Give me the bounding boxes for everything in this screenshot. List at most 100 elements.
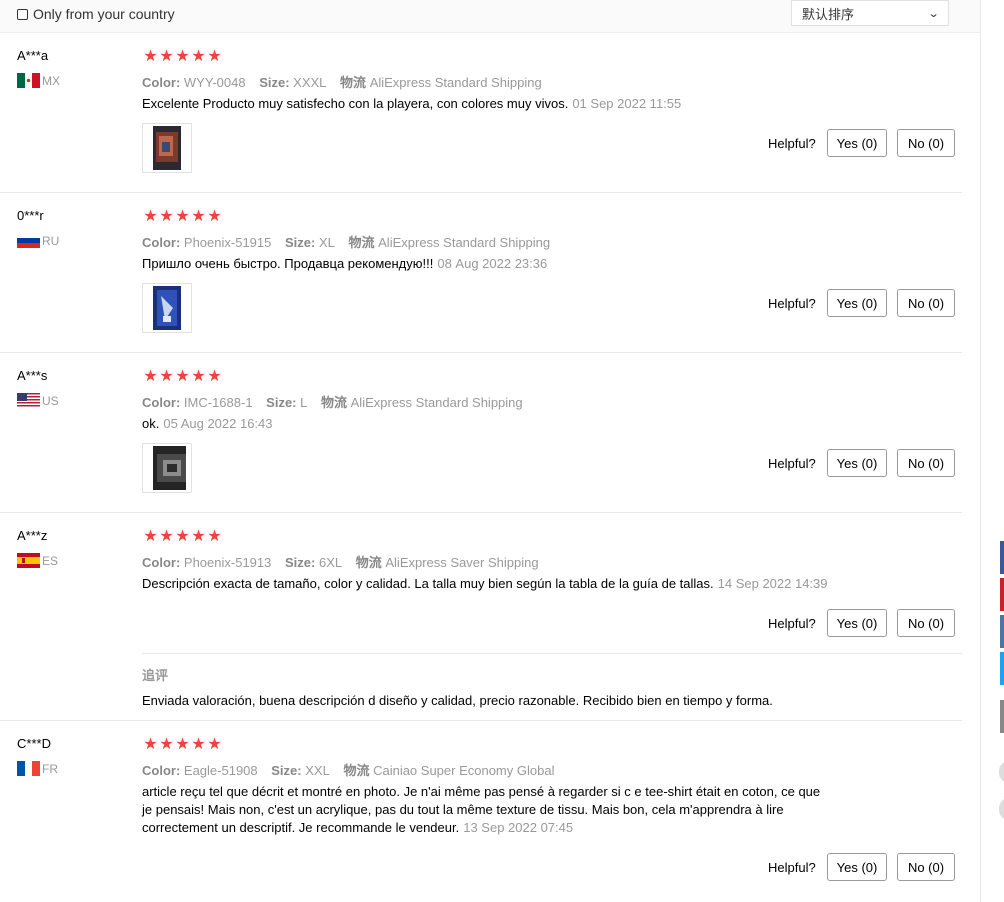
- reviewer-name: C***D: [17, 736, 51, 751]
- france-flag-icon: [17, 761, 40, 776]
- reviewer-country: ES: [17, 553, 58, 568]
- chevron-down-icon: ⌄: [927, 7, 940, 20]
- star-icon: ★: [159, 736, 174, 753]
- helpful-label: Helpful?: [768, 456, 816, 471]
- review-content: ok.: [142, 416, 160, 431]
- star-icon: ★: [207, 48, 222, 65]
- star-icon: ★: [143, 736, 158, 753]
- reviewer-country: US: [17, 393, 59, 408]
- rating-stars: ★ ★ ★ ★ ★: [143, 209, 223, 225]
- append-divider: [142, 653, 962, 654]
- star-icon: ★: [159, 208, 174, 225]
- facebook-share-tab[interactable]: [1000, 541, 1004, 574]
- size-value: XXL: [305, 763, 330, 778]
- helpful-no-button[interactable]: No (0): [897, 609, 955, 637]
- star-icon: ★: [175, 368, 190, 385]
- review-date: 01 Sep 2022 11:55: [572, 96, 682, 111]
- shipping-label: 物流: [348, 235, 375, 250]
- shipping-label: 物流: [340, 75, 367, 90]
- only-country-filter[interactable]: Only from your country: [17, 6, 175, 22]
- size-value: XXXL: [293, 75, 327, 90]
- star-icon: ★: [191, 368, 206, 385]
- review-date: 13 Sep 2022 07:45: [463, 820, 574, 835]
- append-review-label: 追评: [142, 668, 169, 683]
- star-icon: ★: [159, 48, 174, 65]
- star-icon: ★: [175, 528, 190, 545]
- review-photo[interactable]: [142, 123, 192, 173]
- color-value: Eagle-51908: [183, 763, 258, 778]
- helpful-no-button[interactable]: No (0): [897, 289, 955, 317]
- color-value: Phoenix-51915: [183, 235, 272, 250]
- color-label: Color:: [142, 75, 181, 90]
- helpful-no-button[interactable]: No (0): [897, 449, 955, 477]
- rating-stars: ★ ★ ★ ★ ★: [143, 529, 223, 545]
- star-icon: ★: [143, 208, 158, 225]
- review-text: Descripción exacta de tamaño, color y ca…: [142, 575, 828, 593]
- review-photo[interactable]: [142, 283, 192, 333]
- shipping-value: AliExpress Standard Shipping: [378, 235, 551, 250]
- reviewer-name: 0***r: [17, 208, 44, 223]
- helpful-no-button[interactable]: No (0): [897, 853, 955, 881]
- review-text-line: je pensais! Mais non, c'est un acrylique…: [142, 802, 784, 817]
- star-icon: ★: [143, 528, 158, 545]
- review-date: 14 Sep 2022 14:39: [717, 576, 828, 591]
- star-icon: ★: [191, 208, 206, 225]
- scroll-down-button[interactable]: [999, 798, 1004, 820]
- star-icon: ★: [191, 48, 206, 65]
- russia-flag-icon: [17, 233, 40, 248]
- size-value: L: [300, 395, 308, 410]
- spain-flag-icon: [17, 553, 40, 568]
- star-icon: ★: [143, 48, 158, 65]
- shipping-value: AliExpress Saver Shipping: [385, 555, 539, 570]
- sku-info: Color: Phoenix-51915 Size: XL 物流 AliExpr…: [142, 232, 550, 251]
- review-photo[interactable]: [142, 443, 192, 493]
- helpful-yes-button[interactable]: Yes (0): [827, 129, 887, 157]
- helpful-yes-button[interactable]: Yes (0): [827, 289, 887, 317]
- shipping-value: AliExpress Standard Shipping: [350, 395, 523, 410]
- reviewer-country: FR: [17, 761, 58, 776]
- helpful-no-button[interactable]: No (0): [897, 129, 955, 157]
- size-value: 6XL: [318, 555, 343, 570]
- reviewer-country: MX: [17, 73, 60, 88]
- size-label: Size:: [285, 235, 316, 250]
- helpful-yes-button[interactable]: Yes (0): [827, 609, 887, 637]
- shipping-label: 物流: [321, 395, 348, 410]
- more-share-tab[interactable]: [1000, 700, 1004, 733]
- rating-stars: ★ ★ ★ ★ ★: [143, 49, 223, 65]
- only-country-label: Only from your country: [33, 6, 175, 22]
- vk-share-tab[interactable]: [1000, 615, 1004, 648]
- color-value: Phoenix-51913: [183, 555, 272, 570]
- review-content: Excelente Producto muy satisfecho con la…: [142, 96, 569, 111]
- review-date: 05 Aug 2022 16:43: [163, 416, 273, 431]
- reviewer-name: A***z: [17, 528, 48, 543]
- shipping-label: 物流: [355, 555, 382, 570]
- size-label: Size:: [259, 75, 290, 90]
- twitter-share-tab[interactable]: [1000, 652, 1004, 685]
- star-icon: ★: [175, 736, 190, 753]
- review-item: A***a MX ★ ★ ★ ★ ★ Color: WYY-0048 Size: XXX…: [0, 33, 962, 193]
- scroll-up-button[interactable]: [999, 761, 1004, 783]
- shipping-value: Cainiao Super Economy Global: [373, 763, 555, 778]
- star-icon: ★: [175, 48, 190, 65]
- size-label: Size:: [266, 395, 297, 410]
- review-item: A***z ES ★ ★ ★ ★ ★ Color: Phoenix-51913 Size…: [0, 513, 962, 721]
- country-code: ES: [42, 553, 59, 568]
- review-date: 08 Aug 2022 23:36: [437, 256, 548, 271]
- mexico-flag-icon: [17, 73, 40, 88]
- helpful-yes-button[interactable]: Yes (0): [827, 853, 887, 881]
- only-country-checkbox[interactable]: [17, 8, 28, 20]
- reviewer-name: A***a: [17, 48, 49, 63]
- color-value: IMC-1688-1: [183, 395, 253, 410]
- reviewer-country: RU: [17, 233, 59, 248]
- pinterest-share-tab[interactable]: [1000, 578, 1004, 611]
- reviewer-name: A***s: [17, 368, 48, 383]
- size-label: Size:: [285, 555, 316, 570]
- helpful-yes-button[interactable]: Yes (0): [827, 449, 887, 477]
- sort-select[interactable]: 默认排序 ⌄: [791, 0, 949, 26]
- append-review-text: Enviada valoración, buena descripción d …: [142, 693, 773, 708]
- star-icon: ★: [191, 736, 206, 753]
- rating-stars: ★ ★ ★ ★ ★: [143, 737, 223, 753]
- sort-selected-value: 默认排序: [802, 6, 855, 22]
- star-icon: ★: [207, 208, 222, 225]
- color-label: Color:: [142, 395, 181, 410]
